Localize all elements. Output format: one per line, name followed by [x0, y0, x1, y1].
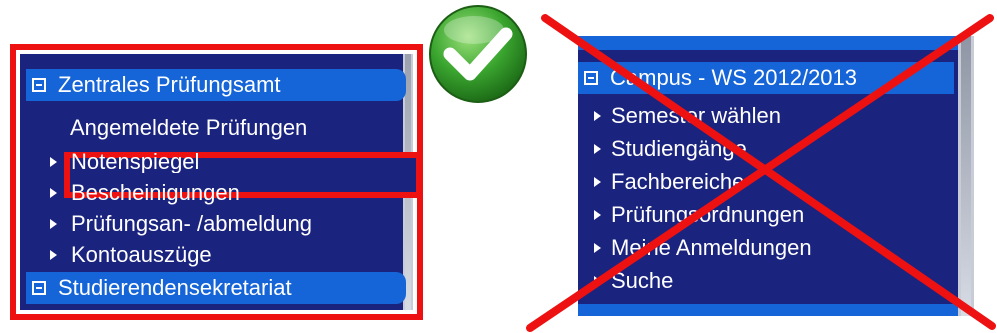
- menu-item-label: Prüfungsan- /abmeldung: [71, 211, 312, 236]
- arrow-right-icon: [594, 210, 601, 220]
- menu-item-bescheinigungen[interactable]: Bescheinigungen: [50, 179, 240, 207]
- arrow-right-icon: [50, 250, 57, 260]
- arrow-right-icon: [50, 219, 57, 229]
- section-header-zentrales-pruefungsamt[interactable]: Zentrales Prüfungsamt: [26, 69, 406, 101]
- menu-item-label: Notenspiegel: [71, 151, 200, 173]
- section-label: Campus - WS 2012/2013: [610, 65, 858, 90]
- section-label: Zentrales Prüfungsamt: [58, 72, 281, 97]
- arrow-right-icon: [594, 144, 601, 154]
- section-header-cropped: [578, 304, 958, 316]
- menu-item-label: Bescheinigungen: [71, 180, 240, 205]
- arrow-right-icon: [50, 188, 57, 198]
- menu-left: Zentrales Prüfungsamt Angemeldete Prüfun…: [20, 54, 417, 310]
- menu-item-label: Studiengänge: [611, 136, 747, 161]
- menu-item-semester-waehlen[interactable]: Semester wählen: [594, 102, 781, 130]
- menu-item-pruefungsordnungen[interactable]: Prüfungsordnungen: [594, 201, 804, 229]
- arrow-right-icon: [594, 111, 601, 121]
- checkmark-icon: [429, 5, 527, 103]
- section-header-cropped: [578, 36, 958, 50]
- menu-item-suche[interactable]: Suche: [594, 267, 673, 295]
- menu-item-studiengaenge[interactable]: Studiengänge: [594, 135, 747, 163]
- menu-item-label: Fachbereiche: [611, 169, 745, 194]
- menu-item-fachbereiche[interactable]: Fachbereiche: [594, 168, 744, 196]
- menu-item-kontoauszuege[interactable]: Kontoauszüge: [50, 241, 212, 269]
- section-label: Studierendensekretariat: [58, 275, 292, 300]
- menu-item-angemeldete-pruefungen[interactable]: Angemeldete Prüfungen: [70, 114, 307, 142]
- arrow-right-icon: [594, 276, 601, 286]
- arrow-right-icon: [594, 177, 601, 187]
- menu-item-pruefungsanmeldung[interactable]: Prüfungsan- /abmeldung: [50, 210, 312, 238]
- menu-item-label: Suche: [611, 268, 674, 293]
- menu-item-notenspiegel[interactable]: Notenspiegel: [50, 151, 199, 173]
- arrow-right-icon: [50, 157, 57, 167]
- menu-item-label: Prüfungsordnungen: [611, 202, 805, 227]
- collapse-icon[interactable]: [32, 78, 46, 92]
- menu-item-label: Meine Anmeldungen: [611, 235, 812, 260]
- collapse-icon[interactable]: [32, 281, 46, 295]
- arrow-right-icon: [594, 243, 601, 253]
- collapse-icon[interactable]: [584, 71, 598, 85]
- section-header-campus[interactable]: Campus - WS 2012/2013: [578, 62, 954, 94]
- menu-item-meine-anmeldungen[interactable]: Meine Anmeldungen: [594, 234, 812, 262]
- correct-menu-panel: Zentrales Prüfungsamt Angemeldete Prüfun…: [10, 44, 423, 320]
- menu-item-label: Semester wählen: [611, 103, 781, 128]
- section-header-studierendensekretariat[interactable]: Studierendensekretariat: [26, 272, 406, 304]
- wrong-menu-panel: Campus - WS 2012/2013 Semester wählen St…: [574, 36, 974, 316]
- menu-item-label: Kontoauszüge: [71, 242, 212, 267]
- menu-item-label: Angemeldete Prüfungen: [70, 115, 308, 140]
- scrollbar[interactable]: [958, 36, 974, 316]
